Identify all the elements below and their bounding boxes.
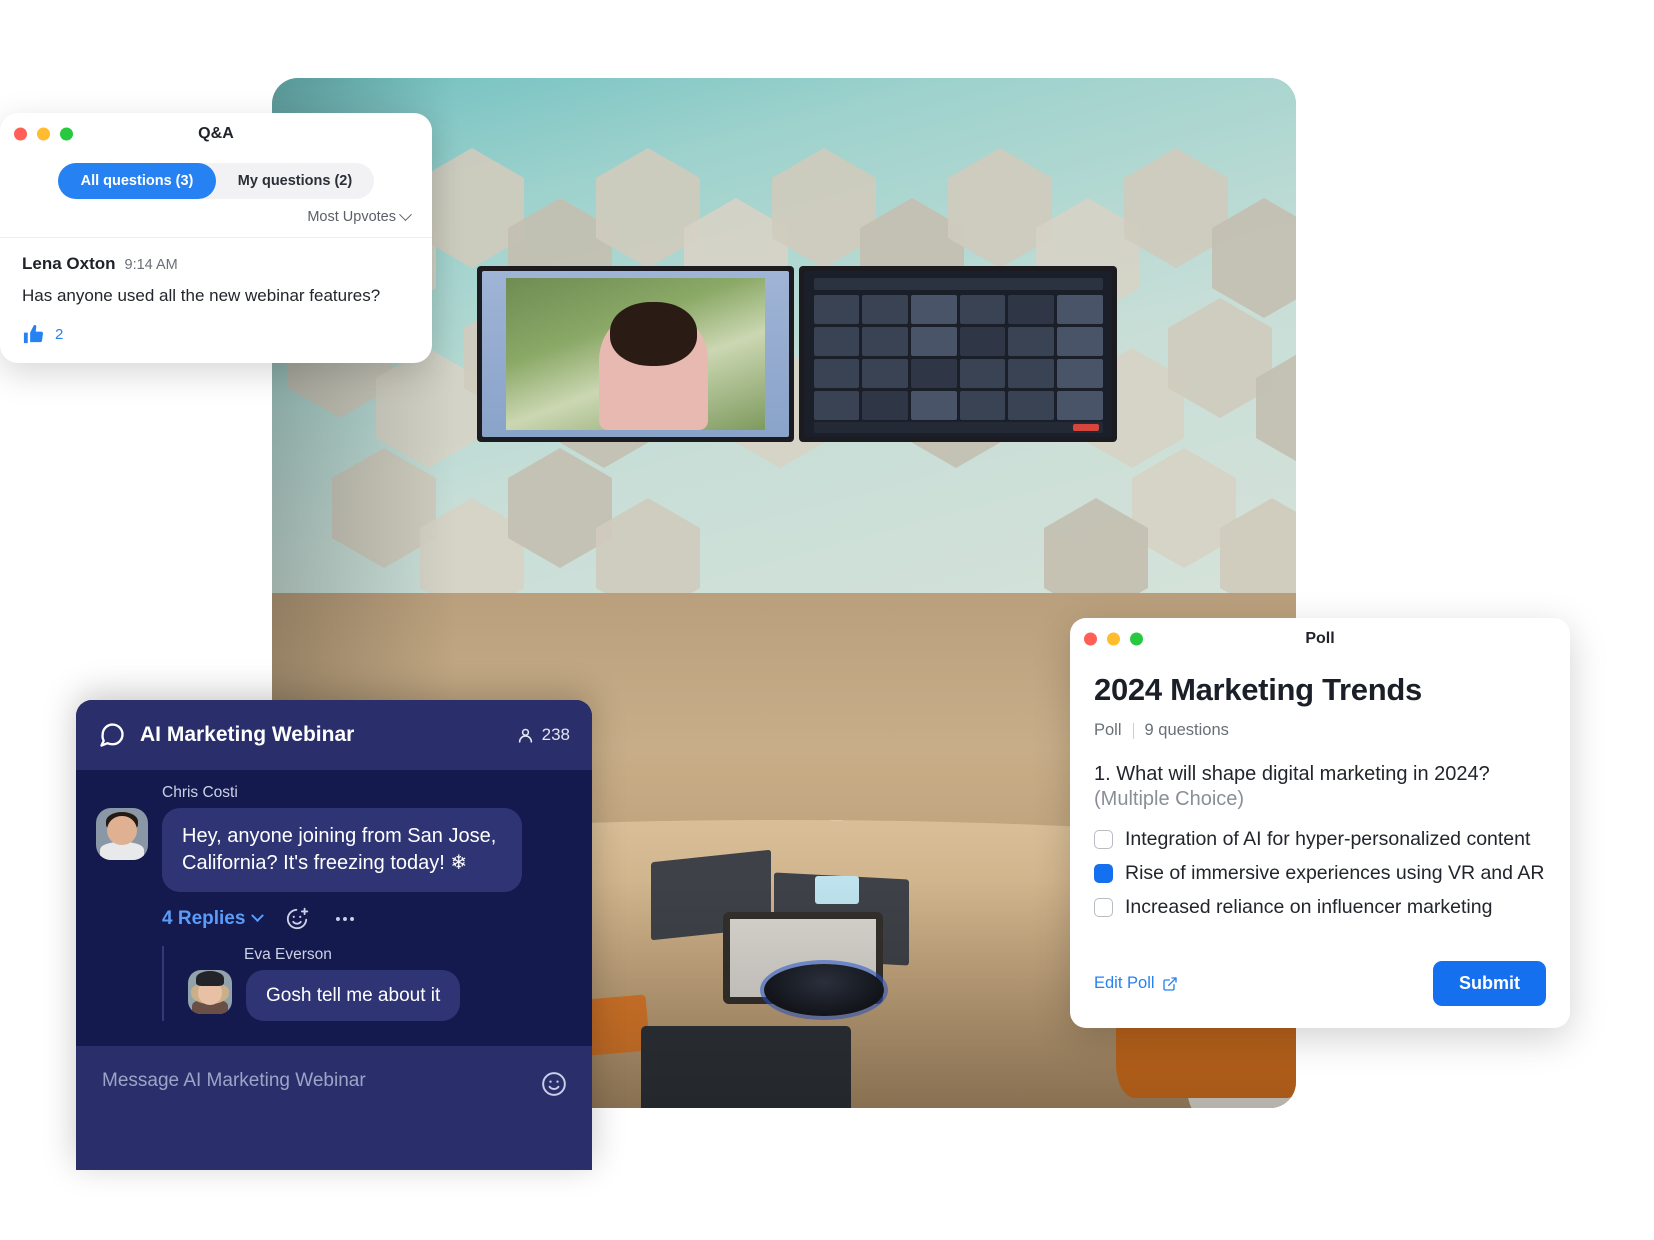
chat-message: Chris Costi Hey, anyone joining from San…	[96, 784, 572, 932]
upvote-button[interactable]: 2	[22, 323, 410, 346]
sort-dropdown[interactable]: Most Upvotes	[307, 207, 412, 225]
qa-sort-row: Most Upvotes	[0, 199, 432, 237]
qa-question-item: Lena Oxton 9:14 AM Has anyone used all t…	[0, 238, 432, 346]
poll-titlebar: Poll	[1070, 618, 1570, 660]
tab-my-questions[interactable]: My questions (2)	[216, 163, 374, 199]
avatar	[188, 969, 232, 1014]
meta-separator	[1132, 722, 1134, 739]
upvote-count: 2	[55, 326, 64, 344]
qa-author-name: Lena Oxton	[22, 254, 116, 273]
poll-window-title: Poll	[1305, 630, 1335, 647]
maximize-icon[interactable]	[1130, 632, 1143, 646]
poll-question-text: 1. What will shape digital marketing in …	[1094, 763, 1490, 785]
submit-button[interactable]: Submit	[1433, 961, 1546, 1006]
close-icon[interactable]	[14, 127, 27, 141]
chat-room-title: AI Marketing Webinar	[140, 723, 355, 746]
sort-dropdown-label: Most Upvotes	[307, 209, 396, 225]
qa-titlebar: Q&A	[0, 113, 432, 155]
poll-question-type: (Multiple Choice)	[1094, 788, 1245, 810]
chat-window: AI Marketing Webinar 238 Chris Costi Hey…	[76, 700, 592, 1170]
participant-count: 238	[516, 725, 570, 745]
close-icon[interactable]	[1084, 632, 1097, 646]
chat-header: AI Marketing Webinar 238	[76, 700, 592, 770]
avatar	[96, 808, 148, 860]
edit-poll-link[interactable]: Edit Poll	[1094, 974, 1178, 993]
replies-toggle[interactable]: 4 Replies	[162, 907, 265, 930]
poll-window: Poll 2024 Marketing Trends Poll 9 questi…	[1070, 618, 1570, 1028]
poll-option-label: Increased reliance on influencer marketi…	[1125, 896, 1493, 918]
maximize-icon[interactable]	[60, 127, 73, 141]
qa-tabs: All questions (3) My questions (2)	[58, 163, 374, 199]
poll-option[interactable]: Rise of immersive experiences using VR a…	[1094, 862, 1546, 885]
screenshot-root: Q&A All questions (3) My questions (2) M…	[0, 0, 1654, 1240]
message-actions: 4 Replies	[162, 906, 572, 932]
edit-poll-label: Edit Poll	[1094, 974, 1155, 992]
qa-window-title: Q&A	[198, 125, 234, 142]
poll-heading: 2024 Marketing Trends	[1094, 672, 1422, 707]
poll-option[interactable]: Integration of AI for hyper-personalized…	[1094, 828, 1546, 851]
chat-thread: Eva Everson Gosh tell me about it	[162, 945, 572, 1022]
poll-meta: Poll 9 questions	[1094, 721, 1546, 740]
chat-message-list: Chris Costi Hey, anyone joining from San…	[76, 770, 592, 1022]
poll-meta-question-count: 9 questions	[1144, 721, 1229, 739]
checkbox-icon[interactable]	[1094, 898, 1113, 917]
thread-message-author: Eva Everson	[244, 945, 332, 963]
poll-question: 1. What will shape digital marketing in …	[1094, 762, 1546, 812]
poll-footer: Edit Poll Submit	[1070, 961, 1570, 1028]
checkbox-icon[interactable]	[1094, 864, 1113, 883]
window-traffic-lights[interactable]	[14, 127, 73, 141]
poll-option-label: Integration of AI for hyper-personalized…	[1125, 828, 1531, 850]
poll-content: 2024 Marketing Trends Poll 9 questions 1…	[1070, 660, 1570, 919]
qa-question-text: Has anyone used all the new webinar feat…	[22, 286, 381, 305]
checkbox-icon[interactable]	[1094, 830, 1113, 849]
thumbs-up-icon	[23, 325, 43, 344]
message-text: Hey, anyone joining from San Jose, Calif…	[162, 808, 522, 892]
replies-label: 4 Replies	[162, 907, 246, 929]
minimize-icon[interactable]	[1107, 632, 1120, 646]
qa-question-meta: Lena Oxton 9:14 AM	[22, 254, 410, 274]
person-icon	[518, 728, 532, 743]
poll-option-list: Integration of AI for hyper-personalized…	[1094, 828, 1546, 919]
participant-count-value: 238	[541, 725, 570, 744]
poll-option-label: Rise of immersive experiences using VR a…	[1125, 862, 1545, 884]
message-author: Chris Costi	[162, 784, 238, 801]
minimize-icon[interactable]	[37, 127, 50, 141]
external-link-icon	[1162, 976, 1177, 991]
qa-window: Q&A All questions (3) My questions (2) M…	[0, 113, 432, 363]
poll-option[interactable]: Increased reliance on influencer marketi…	[1094, 896, 1546, 919]
chat-composer[interactable]: Message AI Marketing Webinar	[76, 1046, 592, 1170]
message-input-placeholder[interactable]: Message AI Marketing Webinar	[102, 1070, 530, 1092]
wall-monitor-speaker	[476, 266, 795, 442]
thread-message-text: Gosh tell me about it	[246, 969, 461, 1022]
qa-timestamp: 9:14 AM	[124, 257, 178, 273]
more-options-button[interactable]	[332, 906, 358, 932]
chevron-down-icon	[251, 909, 265, 923]
tab-all-questions[interactable]: All questions (3)	[58, 163, 216, 199]
poll-meta-type: Poll	[1094, 721, 1122, 739]
add-reaction-button[interactable]	[284, 906, 310, 932]
window-traffic-lights[interactable]	[1084, 632, 1143, 646]
chevron-down-icon	[399, 207, 412, 221]
wall-monitor-gallery	[799, 266, 1117, 442]
chat-bubble-icon	[100, 723, 124, 747]
emoji-picker-button[interactable]	[540, 1070, 568, 1103]
